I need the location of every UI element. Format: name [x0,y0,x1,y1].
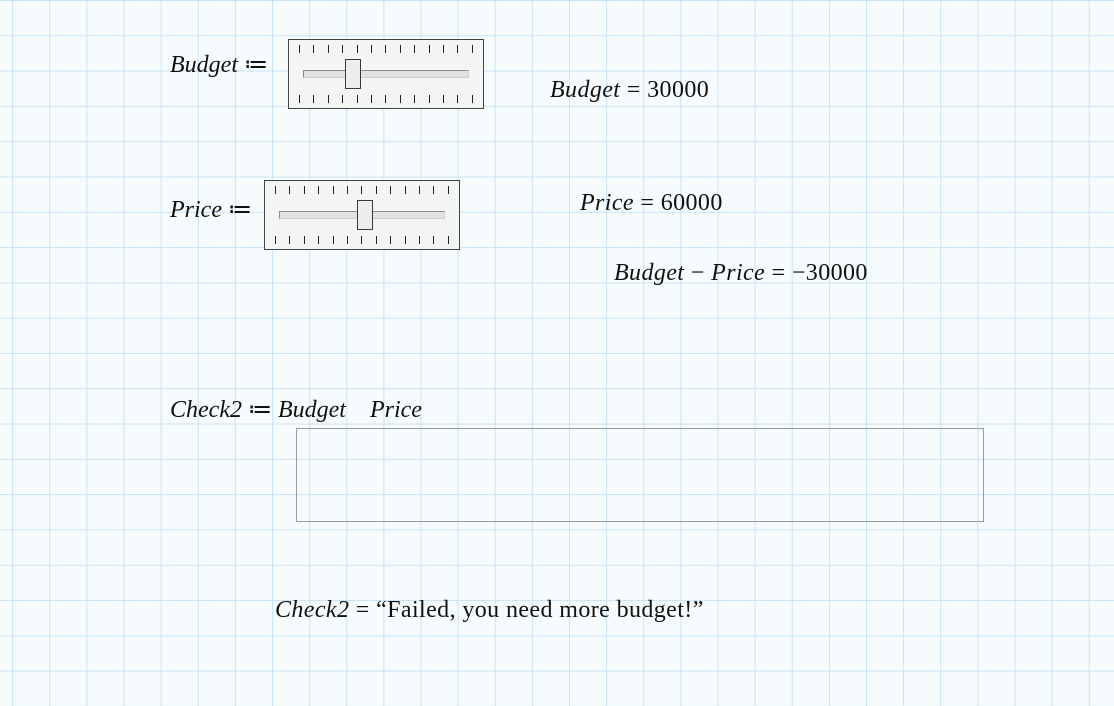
slider-tick [448,236,449,244]
slider-tick [405,236,406,244]
price-slider[interactable] [264,180,460,250]
slider-ticks-top [275,186,449,194]
check2-expr-b: Price [370,397,422,423]
price-value-display: Price = 60000 [580,190,723,217]
slider-tick [357,45,358,53]
slider-tick [299,95,300,103]
slider-tick [385,45,386,53]
slider-thumb[interactable] [345,59,361,89]
slider-tick [347,236,348,244]
slider-track[interactable] [303,70,469,78]
slider-ticks-top [299,45,473,53]
slider-tick [313,45,314,53]
slider-tick [414,45,415,53]
budget-slider[interactable] [288,39,484,109]
slider-tick [400,45,401,53]
price-value: 60000 [661,190,723,216]
slider-tick [318,186,319,194]
slider-tick [429,45,430,53]
slider-tick [390,186,391,194]
slider-tick [472,95,473,103]
check2-var-name: Check2 [170,397,242,423]
check2-expr-a: Budget [278,397,346,423]
price-definition-label: Price ≔ [170,195,252,224]
budget-var-name: Budget [170,52,238,78]
slider-ticks-bottom [275,236,449,244]
slider-tick [376,186,377,194]
slider-tick [342,45,343,53]
minus-sign: − [691,260,711,286]
diff-lhs-a: Budget [614,260,684,286]
check2-var-name: Check2 [275,597,349,623]
worksheet-canvas: Budget ≔ Budget = 30000 Price ≔ Price = … [0,0,1114,706]
slider-tick [275,236,276,244]
slider-tick [371,45,372,53]
slider-tick [361,236,362,244]
slider-tick [400,95,401,103]
slider-tick [414,95,415,103]
budget-value-display: Budget = 30000 [550,77,709,104]
slider-tick [457,45,458,53]
check2-result-text: “Failed, you need more budget!” [376,597,704,623]
slider-tick [472,45,473,53]
slider-tick [385,95,386,103]
equals-sign: = [640,190,660,216]
check2-output-placeholder [296,428,984,522]
slider-tick [289,236,290,244]
diff-value: −30000 [792,260,868,286]
slider-tick [328,45,329,53]
equals-sign: = [627,77,647,103]
slider-tick [433,236,434,244]
diff-lhs-b: Price [711,260,765,286]
assign-operator: ≔ [248,397,272,423]
check2-result-display: Check2 = “Failed, you need more budget!” [275,597,704,624]
slider-tick [419,236,420,244]
slider-tick [357,95,358,103]
slider-thumb[interactable] [357,200,373,230]
difference-display: Budget − Price = −30000 [614,260,868,287]
slider-ticks-bottom [299,95,473,103]
slider-tick [333,186,334,194]
slider-tick [313,95,314,103]
slider-tick [405,186,406,194]
budget-value: 30000 [647,77,709,103]
slider-tick [376,236,377,244]
check2-definition: Check2 ≔ Budget Price [170,395,422,424]
slider-tick [289,186,290,194]
slider-tick [328,95,329,103]
slider-tick [275,186,276,194]
slider-tick [304,186,305,194]
slider-tick [419,186,420,194]
equals-sign: = [772,260,792,286]
price-var-name: Price [580,190,634,216]
slider-tick [433,186,434,194]
slider-tick [342,95,343,103]
budget-definition-label: Budget ≔ [170,50,268,79]
slider-tick [443,95,444,103]
slider-tick [304,236,305,244]
slider-tick [457,95,458,103]
assign-operator: ≔ [244,52,268,78]
slider-tick [361,186,362,194]
budget-var-name: Budget [550,77,620,103]
slider-tick [448,186,449,194]
slider-tick [299,45,300,53]
slider-tick [347,186,348,194]
assign-operator: ≔ [228,197,252,223]
slider-tick [318,236,319,244]
slider-tick [371,95,372,103]
slider-tick [333,236,334,244]
slider-tick [429,95,430,103]
slider-tick [390,236,391,244]
slider-tick [443,45,444,53]
equals-sign: = [356,597,376,623]
space [352,397,364,423]
price-var-name: Price [170,197,222,223]
